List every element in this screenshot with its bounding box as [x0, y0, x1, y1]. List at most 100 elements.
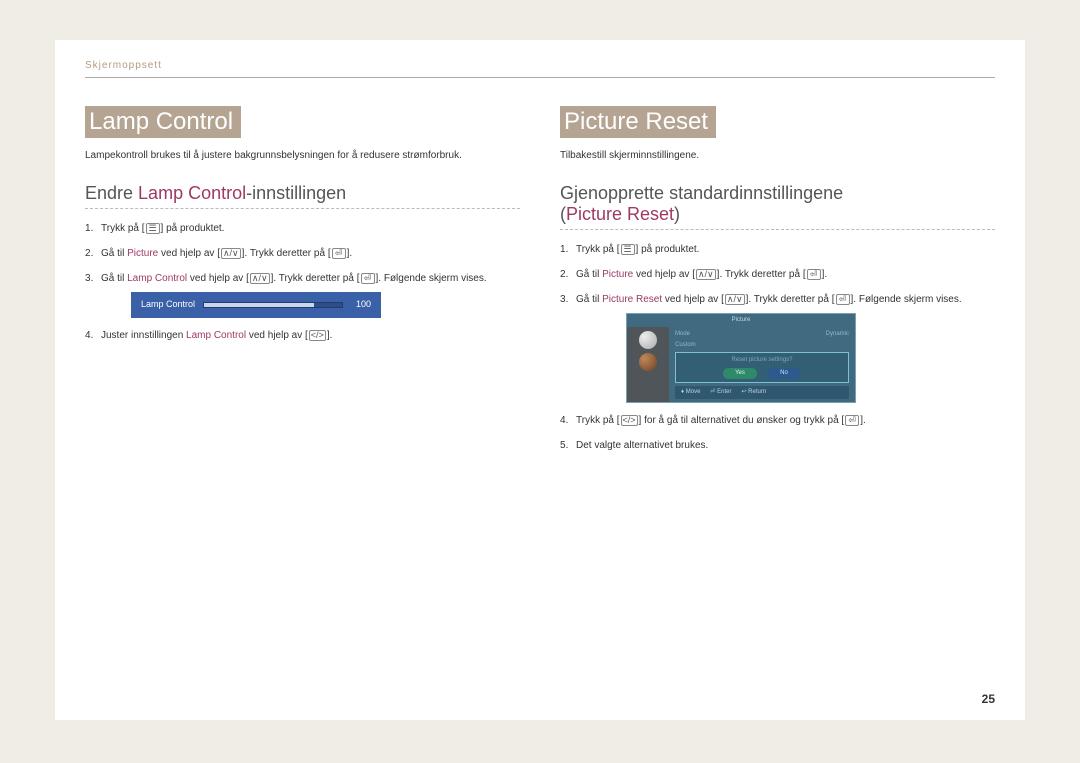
step-text: Trykk på	[576, 244, 617, 255]
dialog-buttons: Yes No	[679, 368, 845, 379]
step-text: ved hjelp av	[246, 330, 305, 341]
yes-button[interactable]: Yes	[723, 368, 757, 379]
footer-enter: ⏎ Enter	[710, 388, 731, 397]
slider-track	[203, 302, 343, 308]
subheading-pre: Endre	[85, 183, 138, 203]
row-value: Dynamic	[826, 330, 849, 339]
step-text: Gå til	[576, 294, 602, 305]
section-title-lamp-control: Lamp Control	[85, 106, 241, 138]
fig-main: Mode Dynamic Custom Reset picture setting…	[669, 327, 855, 402]
step-text: ved hjelp av	[158, 248, 217, 259]
step-text: . Trykk deretter på	[719, 269, 802, 280]
accent-text: Picture Reset	[602, 294, 662, 305]
subheading-accent: Picture Reset	[566, 204, 674, 224]
step-text: Det valgte alternativet brukes.	[576, 440, 708, 451]
footer-move: ♦ Move	[681, 388, 700, 397]
intro-text: Tilbakestill skjerminnstillingene.	[560, 150, 995, 161]
step-text: Gå til	[101, 248, 127, 259]
left-column: Lamp Control Lampekontroll brukes til å …	[85, 106, 520, 463]
no-button[interactable]: No	[767, 368, 801, 379]
step-2: Gå til Picture ved hjelp av [∧/∨]. Trykk…	[85, 246, 520, 261]
step-text: . Følgende skjerm vises.	[378, 273, 486, 284]
step-text: Gå til	[576, 269, 602, 280]
intro-text: Lampekontroll brukes til å justere bakgr…	[85, 150, 520, 161]
right-column: Picture Reset Tilbakestill skjerminnstil…	[560, 106, 995, 463]
step-2: Gå til Picture ved hjelp av [∧/∨]. Trykk…	[560, 267, 995, 282]
step-text: .	[349, 248, 352, 259]
page-number: 25	[982, 692, 995, 706]
step-text: .	[824, 269, 827, 280]
step-text: ved hjelp av	[633, 269, 692, 280]
menu-icon: ☰	[621, 244, 635, 255]
accent-text: Lamp Control	[127, 273, 187, 284]
fig-sidebar	[627, 327, 669, 402]
reset-dialog-figure: Picture ModeDynamic Custom Reset picture	[626, 313, 856, 403]
breadcrumb: Skjermoppsett	[85, 60, 995, 71]
subheading-line2post: )	[674, 204, 680, 224]
fig-footer: ♦ Move ⏎ Enter ↩ Return	[675, 386, 849, 399]
confirm-dialog: Reset picture settings? Yes No	[675, 352, 849, 383]
slider-figure: Lamp Control 100	[131, 292, 381, 318]
accent-text: Picture	[602, 269, 633, 280]
step-text: Trykk på	[576, 415, 617, 426]
divider	[85, 77, 995, 78]
row-label: Mode	[675, 330, 690, 339]
step-text: . Trykk deretter på	[244, 248, 327, 259]
step-4: Trykk på [</>] for å gå til alternativet…	[560, 413, 995, 428]
step-text: Gå til	[101, 273, 127, 284]
leftright-icon: </>	[621, 415, 638, 426]
fig-row: Mode Dynamic	[675, 330, 849, 339]
step-text: på produktet.	[163, 223, 224, 234]
subheading-picture-reset: Gjenopprette standardinnstillingene (Pic…	[560, 183, 995, 230]
step-text: .	[330, 330, 333, 341]
dialog-message: Reset picture settings?	[679, 356, 845, 365]
accent-text: Picture	[127, 248, 158, 259]
step-1: Trykk på [☰] på produktet.	[85, 221, 520, 236]
orb-icon	[639, 331, 657, 349]
slider-value: 100	[351, 298, 371, 312]
slider-label: Lamp Control	[141, 298, 195, 312]
step-text: ved hjelp av	[187, 273, 246, 284]
step-text: ved hjelp av	[662, 294, 721, 305]
step-text: for å gå til alternativet du ønsker og t…	[641, 415, 841, 426]
content-columns: Lamp Control Lampekontroll brukes til å …	[85, 106, 995, 463]
step-text: .	[863, 415, 866, 426]
updown-icon: ∧/∨	[696, 269, 716, 280]
steps-list-right: Trykk på [☰] på produktet. Gå til Pictur…	[560, 242, 995, 453]
enter-icon: ⏎	[332, 248, 346, 259]
footer-return: ↩ Return	[741, 388, 766, 397]
fig-body: Mode Dynamic Custom Reset picture setting…	[627, 327, 855, 402]
step-1: Trykk på [☰] på produktet.	[560, 242, 995, 257]
step-5: Det valgte alternativet brukes.	[560, 438, 995, 453]
step-text: . Trykk deretter på	[748, 294, 831, 305]
orb-icon	[639, 353, 657, 371]
enter-icon: ⏎	[845, 415, 859, 426]
updown-icon: ∧/∨	[250, 273, 270, 284]
subheading-lamp-control: Endre Lamp Control-innstillingen	[85, 183, 520, 209]
manual-page: Skjermoppsett Lamp Control Lampekontroll…	[55, 40, 1025, 720]
subheading-accent: Lamp Control	[138, 183, 246, 203]
step-text: på produktet.	[638, 244, 699, 255]
updown-icon: ∧/∨	[221, 248, 241, 259]
step-text: . Trykk deretter på	[273, 273, 356, 284]
step-3: Gå til Lamp Control ved hjelp av [∧/∨]. …	[85, 271, 520, 318]
row-label: Custom	[675, 341, 696, 350]
subheading-post: -innstillingen	[246, 183, 346, 203]
enter-icon: ⏎	[807, 269, 821, 280]
subheading-line1: Gjenopprette standardinnstillingene	[560, 183, 843, 203]
enter-icon: ⏎	[361, 273, 375, 284]
steps-list-left: Trykk på [☰] på produktet. Gå til Pictur…	[85, 221, 520, 343]
updown-icon: ∧/∨	[725, 294, 745, 305]
enter-icon: ⏎	[836, 294, 850, 305]
step-3: Gå til Picture Reset ved hjelp av [∧/∨].…	[560, 292, 995, 403]
fig-row: Custom	[675, 341, 849, 350]
step-text: . Følgende skjerm vises.	[853, 294, 961, 305]
step-4: Juster innstillingen Lamp Control ved hj…	[85, 328, 520, 343]
slider-fill	[204, 303, 314, 307]
step-text: Juster innstillingen	[101, 330, 186, 341]
fig-title: Picture	[627, 314, 855, 327]
accent-text: Lamp Control	[186, 330, 246, 341]
section-title-picture-reset: Picture Reset	[560, 106, 716, 138]
leftright-icon: </>	[309, 330, 326, 341]
menu-icon: ☰	[146, 223, 160, 234]
